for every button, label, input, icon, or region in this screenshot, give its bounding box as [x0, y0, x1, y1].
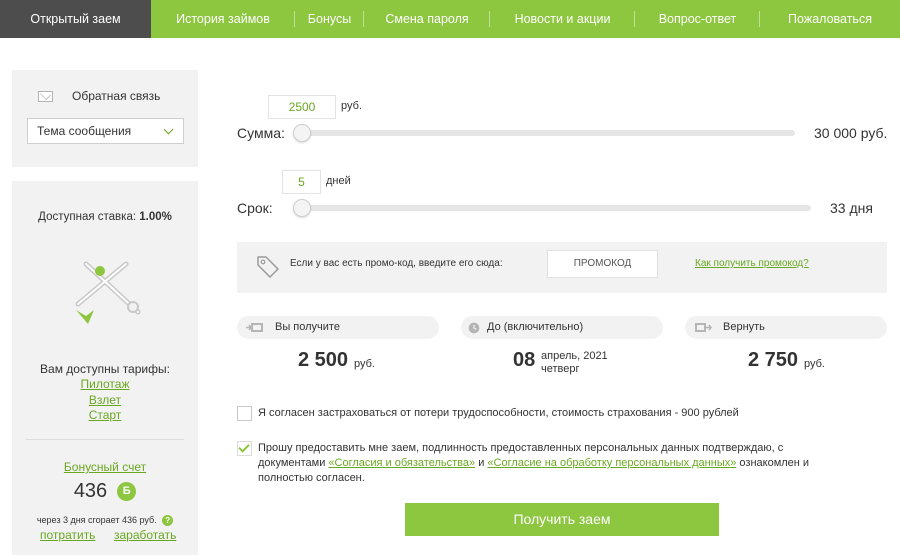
tariff-link-pilotage[interactable]: Пилотаж: [12, 377, 198, 391]
return-unit: руб.: [804, 358, 825, 370]
promo-help-link[interactable]: Как получить промокод?: [695, 258, 809, 269]
top-nav: Открытый заем История займов Бонусы Смен…: [0, 0, 900, 38]
until-pill: До (включительно): [461, 316, 663, 339]
return-value: 2 750: [748, 349, 799, 371]
tab-change-password[interactable]: Смена пароля: [364, 0, 490, 38]
airplane-icon: [75, 261, 141, 324]
consent-obligations-link[interactable]: «Согласия и обязательства»: [328, 457, 475, 469]
until-weekday: четверг: [541, 363, 580, 375]
until-label: До (включительно): [487, 321, 584, 333]
receive-pill: Вы получите: [237, 316, 439, 339]
receive-label: Вы получите: [275, 321, 340, 333]
sum-label: Сумма:: [237, 125, 285, 141]
sum-value-field[interactable]: 2500: [268, 95, 336, 119]
help-icon[interactable]: ?: [162, 515, 174, 527]
spend-link[interactable]: потратить: [40, 528, 95, 542]
tab-bonuses[interactable]: Бонусы: [295, 0, 364, 38]
bonus-balance: 436 Б: [12, 480, 198, 503]
tab-open-loan[interactable]: Открытый заем: [0, 0, 151, 38]
receive-value: 2 500: [298, 349, 349, 371]
agree-text: Прошу предоставить мне заем, подлинность…: [258, 441, 848, 486]
term-value-field[interactable]: 5: [282, 170, 321, 194]
term-label: Срок:: [237, 200, 273, 216]
cash-out-icon: [695, 323, 712, 332]
agree-checkbox[interactable]: [237, 441, 252, 456]
feedback-panel: Обратная связь Тема сообщения: [12, 70, 198, 167]
term-max: 33 дня: [830, 200, 873, 216]
bonus-badge: Б: [117, 482, 137, 501]
tab-news[interactable]: Новости и акции: [490, 0, 635, 38]
term-unit: дней: [326, 175, 351, 187]
topic-select-value: Тема сообщения: [37, 124, 132, 138]
topic-select[interactable]: Тема сообщения: [27, 118, 184, 144]
promo-code-input[interactable]: ПРОМОКОД: [547, 250, 658, 278]
tab-faq[interactable]: Вопрос-ответ: [635, 0, 760, 38]
bonus-value: 436: [73, 480, 108, 502]
agree-text-and: и: [478, 457, 485, 469]
checkmark-icon: [238, 441, 250, 453]
sum-slider-handle[interactable]: [293, 124, 311, 142]
clock-icon: [468, 322, 480, 334]
bonus-expiry-text: через 3 дня сгорает 436 руб.: [36, 515, 157, 525]
return-label: Вернуть: [723, 321, 765, 333]
return-pill: Вернуть: [685, 316, 887, 339]
tab-complain[interactable]: Пожаловаться: [760, 0, 900, 38]
bonus-expiry-note: через 3 дня сгорает 436 руб. ?: [12, 515, 198, 527]
tariff-link-takeoff[interactable]: Взлет: [12, 393, 198, 407]
feedback-link[interactable]: Обратная связь: [38, 89, 160, 103]
tab-loan-history[interactable]: История займов: [151, 0, 295, 38]
tag-icon: [257, 256, 279, 278]
tariff-link-start[interactable]: Старт: [12, 408, 198, 422]
rate-label: Доступная ставка:: [38, 211, 137, 223]
promo-text: Если у вас есть промо-код, введите его с…: [290, 258, 503, 269]
sum-unit: руб.: [341, 100, 362, 112]
mail-icon: [38, 90, 53, 102]
rate-value: 1.00%: [139, 211, 172, 223]
sum-max: 30 000 руб.: [814, 125, 888, 141]
sum-slider-track[interactable]: [293, 130, 795, 136]
divider: [26, 439, 184, 440]
cash-in-icon: [246, 323, 263, 332]
rate-line: Доступная ставка: 1.00%: [12, 211, 198, 223]
earn-link[interactable]: заработать: [114, 528, 176, 542]
promo-bar: Если у вас есть промо-код, введите его с…: [237, 242, 887, 293]
receive-unit: руб.: [354, 358, 375, 370]
bonus-account-link[interactable]: Бонусный счет: [12, 460, 198, 474]
get-loan-button[interactable]: Получить заем: [405, 503, 719, 536]
tariffs-title: Вам доступны тарифы:: [40, 362, 170, 376]
insurance-checkbox[interactable]: [237, 406, 252, 421]
insurance-text: Я согласен застраховаться от потери труд…: [258, 407, 739, 419]
account-info-panel: Доступная ставка: 1.00% Вам доступны тар…: [12, 181, 198, 555]
feedback-label: Обратная связь: [72, 89, 161, 103]
until-month: апрель, 2021: [541, 350, 608, 362]
until-day: 08: [513, 349, 536, 371]
chevron-down-icon: [163, 124, 174, 135]
personal-data-consent-link[interactable]: «Согласие на обработку персональных данн…: [487, 457, 736, 469]
term-slider-track[interactable]: [293, 205, 811, 211]
term-slider-handle[interactable]: [293, 199, 311, 217]
